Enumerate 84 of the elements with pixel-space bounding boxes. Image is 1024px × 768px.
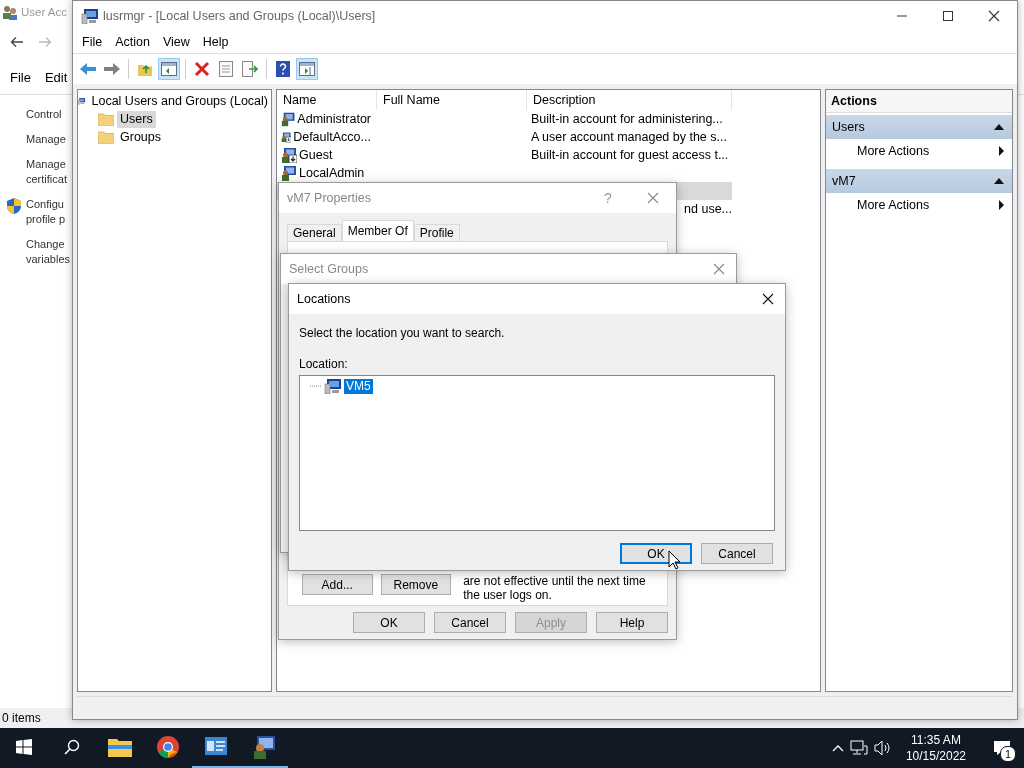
window-title: User Acc	[21, 6, 67, 18]
dialog-button[interactable]: OK	[620, 543, 692, 564]
action-item[interactable]: More Actions	[826, 139, 1012, 163]
delete-icon	[194, 61, 210, 77]
column-header[interactable]: Description	[527, 90, 732, 110]
clock[interactable]: 11:35 AM 10/15/2022	[905, 732, 966, 764]
link[interactable]: Manage	[26, 132, 66, 147]
folder-icon[interactable]	[108, 737, 132, 757]
member-button[interactable]: Add...	[302, 574, 373, 595]
folder-icon	[98, 112, 114, 126]
dialog-button[interactable]: OK	[353, 612, 425, 633]
user-name[interactable]: Administrator	[297, 112, 371, 126]
chevron-up-icon[interactable]	[831, 744, 844, 752]
help-icon	[276, 61, 290, 77]
menu-item[interactable]: Action	[110, 35, 158, 49]
instruction-text: Select the location you want to search.	[299, 326, 506, 340]
column-header[interactable]: Full Name	[377, 90, 527, 110]
dialog-title: Locations	[297, 292, 352, 306]
tab[interactable]: Profile	[413, 224, 460, 241]
tree-item[interactable]: Groups	[117, 128, 164, 146]
note-text: are not effective until the next time the user logs on.	[463, 574, 647, 602]
action-section[interactable]: Users	[826, 115, 1012, 139]
dialog-title: Select Groups	[289, 262, 370, 276]
forward-arrow-icon	[103, 62, 121, 76]
member-button[interactable]: Remove	[380, 574, 452, 595]
window-title: lusrmgr - [Local Users and Groups (Local)\Users]	[103, 9, 377, 23]
notification-count: 1	[1000, 746, 1016, 762]
menu-item[interactable]: View	[157, 35, 198, 49]
user-description: Built-in account for guest access t...	[531, 148, 729, 162]
folder-icon	[98, 130, 114, 144]
shield-icon	[5, 197, 23, 215]
close-icon[interactable]	[762, 293, 774, 305]
tab[interactable]: Member Of	[341, 220, 414, 241]
user-panel-icon[interactable]	[205, 737, 227, 757]
menu-item[interactable]: Edit	[44, 69, 68, 85]
toolbar-button[interactable]	[158, 58, 180, 80]
tree-item[interactable]: Local Users and Groups (Local)	[88, 92, 271, 110]
search-icon[interactable]	[64, 739, 80, 755]
user-manager-icon	[81, 8, 99, 24]
link[interactable]: Configu profile p	[26, 197, 66, 227]
network-icon[interactable]	[849, 740, 868, 756]
start-icon[interactable]	[16, 739, 32, 755]
menu-item[interactable]: File	[77, 35, 111, 49]
users-icon	[2, 4, 18, 20]
toolbar-button[interactable]	[239, 58, 261, 80]
dialog-button[interactable]: Help	[596, 612, 668, 633]
back-arrow-icon	[79, 62, 97, 76]
action-pane-icon	[299, 62, 315, 76]
close-icon[interactable]	[988, 10, 1000, 22]
status-text: 0 items	[2, 711, 41, 725]
user-description: nd use...	[684, 202, 732, 216]
actions-title: Actions	[826, 90, 1012, 113]
properties-icon	[219, 61, 233, 77]
maximize-icon[interactable]	[943, 11, 953, 21]
dialog-title: vM7 Properties	[287, 191, 373, 205]
tree-item[interactable]: VM5	[344, 378, 373, 394]
dialog-button[interactable]: Cancel	[434, 612, 506, 633]
tree-pane-icon	[161, 62, 177, 76]
cursor-icon	[668, 550, 681, 570]
action-item[interactable]: More Actions	[826, 193, 1012, 217]
export-list-icon	[242, 61, 258, 77]
menu-item[interactable]: File	[10, 69, 31, 85]
browser-icon[interactable]	[156, 735, 180, 759]
submenu-arrow-icon	[999, 146, 1004, 156]
back-arrow-icon[interactable]	[10, 36, 24, 48]
link[interactable]: Change variables	[26, 237, 71, 267]
link[interactable]: Control	[26, 107, 62, 122]
toolbar-button[interactable]	[296, 58, 318, 80]
computer-icon	[324, 378, 342, 394]
tree-line	[310, 384, 322, 388]
submenu-arrow-icon	[999, 200, 1004, 210]
tree-item[interactable]: Users	[117, 110, 156, 128]
user-description: Built-in account for administering...	[531, 112, 723, 126]
dialog-button[interactable]: Cancel	[701, 543, 773, 564]
menu-item[interactable]: Help	[197, 35, 237, 49]
user-manager-icon[interactable]	[252, 735, 276, 759]
field-label: Location:	[299, 357, 349, 371]
user-name[interactable]: LocalAdmin	[299, 166, 365, 180]
volume-icon[interactable]	[873, 740, 892, 756]
column-header[interactable]: Name	[277, 90, 377, 110]
user-description: A user account managed by the s...	[531, 130, 727, 144]
tab[interactable]: General	[287, 224, 342, 241]
link[interactable]: Manage certificat	[26, 157, 67, 187]
action-section[interactable]: vM7	[826, 169, 1012, 193]
